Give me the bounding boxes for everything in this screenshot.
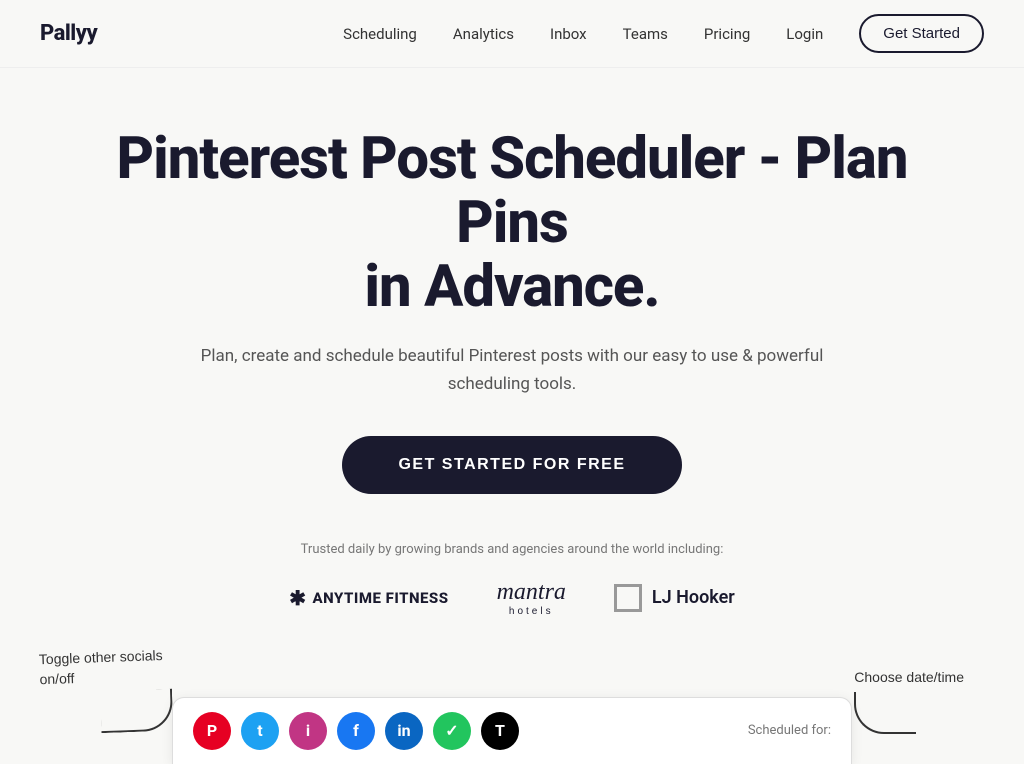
annotation-date-time: Choose date/time [854,668,964,734]
ljhooker-label: LJ Hooker [652,587,735,608]
social-icon-instagram[interactable]: i [289,712,327,750]
nav-get-started-button[interactable]: Get Started [859,14,984,53]
anytime-fitness-icon: ✱ [289,586,306,610]
nav-pricing[interactable]: Pricing [704,25,750,43]
bottom-section: Toggle other socials on/off P t i f in ✓… [0,687,1024,764]
social-icon-facebook[interactable]: f [337,712,375,750]
brand-mantra: mantra hotels [497,579,566,617]
nav-scheduling[interactable]: Scheduling [343,25,417,43]
social-icon-linkedin[interactable]: in [385,712,423,750]
ljhooker-icon [614,584,642,612]
trusted-section: Trusted daily by growing brands and agen… [100,540,924,617]
brand-anytime-fitness: ✱ ANYTIME FITNESS [289,586,448,610]
hero-cta-button[interactable]: GET STARTED FOR FREE [342,436,681,494]
social-icon-tiktok[interactable]: T [481,712,519,750]
logo[interactable]: Pallyy [40,21,97,46]
hero-heading: Pinterest Post Scheduler - Plan Pins in … [100,128,924,319]
hero-subtext: Plan, create and schedule beautiful Pint… [192,343,832,397]
trusted-label: Trusted daily by growing brands and agen… [192,540,832,561]
annotation-toggle-socials: Toggle other socials on/off [39,646,172,736]
scheduled-label: Scheduled for: [748,723,831,738]
nav-login[interactable]: Login [786,25,823,43]
hero-section: Pinterest Post Scheduler - Plan Pins in … [0,68,1024,687]
social-icon-pinterest[interactable]: P [193,712,231,750]
brand-ljhooker: LJ Hooker [614,584,735,612]
brand-logos: ✱ ANYTIME FITNESS mantra hotels LJ Hooke… [100,579,924,617]
social-icon-twitter[interactable]: t [241,712,279,750]
social-icon-check[interactable]: ✓ [433,712,471,750]
navbar: Pallyy Scheduling Analytics Inbox Teams … [0,0,1024,68]
nav-links: Scheduling Analytics Inbox Teams Pricing… [343,25,823,43]
anytime-fitness-label: ANYTIME FITNESS [313,589,449,607]
nav-teams[interactable]: Teams [623,25,668,43]
nav-inbox[interactable]: Inbox [550,25,587,43]
nav-analytics[interactable]: Analytics [453,25,514,43]
mantra-sub-label: hotels [509,606,554,617]
app-preview: P t i f in ✓ T Scheduled for: [172,697,852,764]
mantra-label: mantra [497,579,566,606]
